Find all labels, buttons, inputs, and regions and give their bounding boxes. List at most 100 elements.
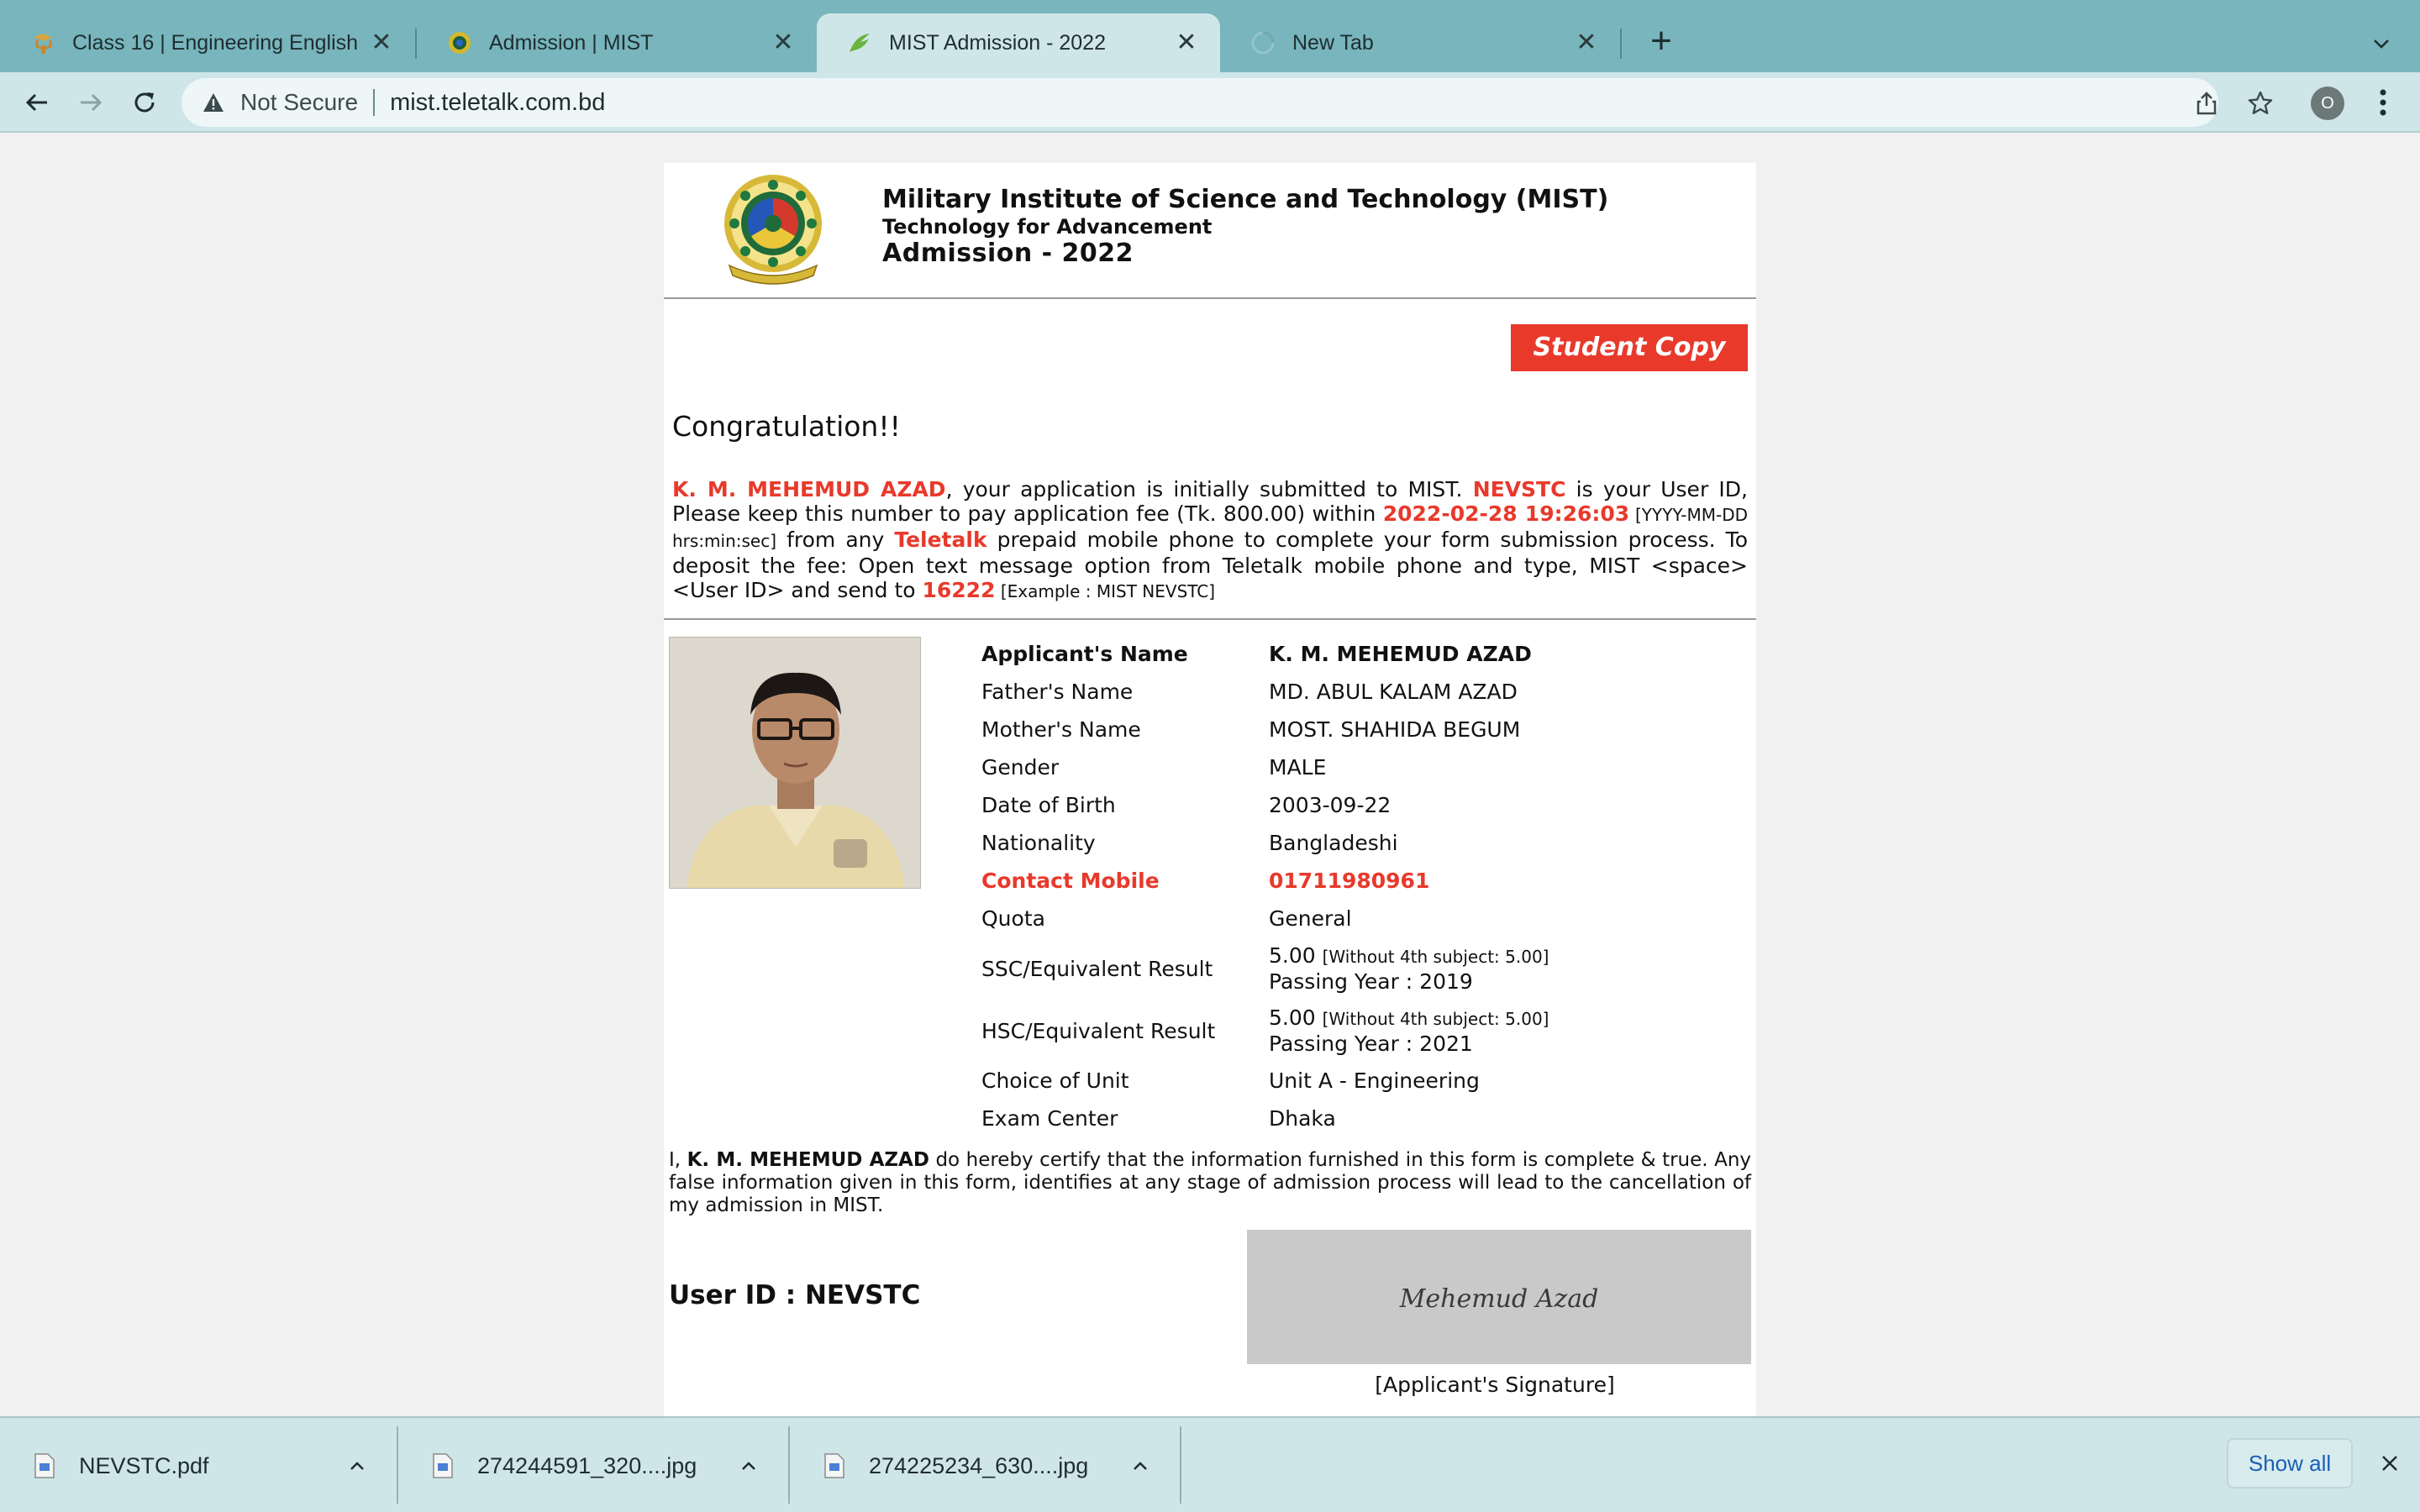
new-tab-button[interactable]: + bbox=[1640, 22, 1682, 64]
ssc-gpa: 5.00 bbox=[1269, 943, 1316, 968]
applicant-signature-image: Mehemud Azad bbox=[1247, 1230, 1751, 1364]
hsc-passing-year: Passing Year : 2021 bbox=[1269, 1032, 1473, 1056]
tab-title: MIST Admission - 2022 bbox=[889, 30, 1106, 55]
file-icon bbox=[824, 1453, 844, 1478]
tab-separator bbox=[1620, 29, 1622, 59]
download-filename: 274225234_630....jpg bbox=[869, 1452, 1089, 1478]
gender-label: Gender bbox=[981, 755, 1060, 780]
choice-of-unit-value: Unit A - Engineering bbox=[1269, 1068, 1480, 1093]
chevron-up-icon[interactable] bbox=[736, 1453, 761, 1478]
contact-mobile-value: 01711980961 bbox=[1269, 869, 1430, 893]
teletalk-favicon-icon bbox=[847, 30, 872, 55]
tab-mist-admission-2022[interactable]: MIST Admission - 2022 ✕ bbox=[817, 13, 1220, 72]
bookmark-star-icon[interactable] bbox=[2245, 88, 2275, 118]
sms-example: [Example : MIST NEVSTC] bbox=[995, 581, 1216, 601]
reload-icon[interactable] bbox=[124, 82, 165, 123]
page-viewport: Military Institute of Science and Techno… bbox=[0, 133, 2420, 1416]
certify-prefix: I, bbox=[669, 1149, 687, 1171]
tab-title: New Tab bbox=[1292, 30, 1374, 55]
sms-number-highlight: 16222 bbox=[922, 578, 996, 602]
certification-statement: I, K. M. MEHEMUD AZAD do hereby certify … bbox=[669, 1149, 1751, 1217]
chevron-up-icon[interactable] bbox=[345, 1453, 370, 1478]
form-header: Military Institute of Science and Techno… bbox=[664, 163, 1756, 299]
message-text: from any bbox=[776, 528, 895, 552]
congratulation-heading: Congratulation!! bbox=[672, 410, 901, 443]
exam-center-value: Dhaka bbox=[1269, 1106, 1336, 1131]
user-id-label: User ID : NEVSTC bbox=[669, 1280, 921, 1310]
table-row: Quota General bbox=[981, 900, 1739, 937]
share-icon[interactable] bbox=[2191, 88, 2222, 118]
address-bar[interactable]: Not Secure mist.teletalk.com.bd bbox=[182, 78, 2273, 127]
nationality-value: Bangladeshi bbox=[1269, 831, 1398, 855]
mist-favicon-icon bbox=[447, 30, 472, 55]
download-item[interactable]: 274225234_630....jpg bbox=[790, 1430, 1180, 1502]
table-row: Exam Center Dhaka bbox=[981, 1100, 1739, 1137]
tab-close-icon[interactable]: ✕ bbox=[1173, 29, 1200, 56]
contact-mobile-label: Contact Mobile bbox=[981, 869, 1160, 893]
close-icon[interactable] bbox=[2375, 1448, 2405, 1478]
loading-spinner-icon bbox=[1250, 30, 1276, 55]
file-icon bbox=[34, 1453, 55, 1478]
more-menu-icon[interactable] bbox=[2366, 84, 2400, 121]
tab-class16[interactable]: Class 16 | Engineering English ✕ bbox=[0, 13, 415, 72]
submission-message: K. M. MEHEMUD AZAD, your application is … bbox=[672, 477, 1748, 604]
hsc-result-cell: 5.00 [Without 4th subject: 5.00] Passing… bbox=[1269, 1000, 1739, 1062]
applicant-photo bbox=[669, 637, 921, 889]
download-filename: 274244591_320....jpg bbox=[477, 1452, 697, 1478]
table-row: Date of Birth 2003-09-22 bbox=[981, 786, 1739, 824]
profile-avatar[interactable]: O bbox=[2311, 87, 2344, 120]
tab-close-icon[interactable]: ✕ bbox=[1573, 29, 1600, 56]
show-all-downloads-button[interactable]: Show all bbox=[2227, 1438, 2353, 1488]
tab-close-icon[interactable]: ✕ bbox=[368, 29, 395, 56]
table-row: Applicant's Name K. M. MEHEMUD AZAD bbox=[981, 635, 1739, 673]
security-status-label[interactable]: Not Secure bbox=[240, 89, 358, 116]
fathers-name-value: MD. ABUL KALAM AZAD bbox=[1269, 680, 1518, 704]
date-of-birth-label: Date of Birth bbox=[981, 793, 1116, 817]
hsc-gpa: 5.00 bbox=[1269, 1005, 1316, 1030]
chevron-up-icon[interactable] bbox=[1128, 1453, 1153, 1478]
tab-admission-mist[interactable]: Admission | MIST ✕ bbox=[417, 13, 817, 72]
applicant-info-table: Applicant's Name K. M. MEHEMUD AZAD Fath… bbox=[981, 635, 1739, 1137]
applicant-name-label: Applicant's Name bbox=[981, 642, 1188, 666]
fathers-name-label: Father's Name bbox=[981, 680, 1134, 704]
institute-title: Military Institute of Science and Techno… bbox=[882, 185, 1609, 214]
ssc-result-label: SSC/Equivalent Result bbox=[981, 956, 1213, 981]
tab-close-icon[interactable]: ✕ bbox=[770, 29, 797, 56]
nationality-label: Nationality bbox=[981, 831, 1096, 855]
admission-year-title: Admission - 2022 bbox=[882, 239, 1134, 268]
address-divider bbox=[373, 89, 376, 116]
institute-tagline: Technology for Advancement bbox=[882, 215, 1213, 239]
tab-title: Admission | MIST bbox=[489, 30, 654, 55]
hsc-gpa-note: [Without 4th subject: 5.00] bbox=[1322, 1009, 1549, 1029]
signature-caption: [Applicant's Signature] bbox=[1375, 1373, 1615, 1397]
download-shelf: NEVSTC.pdf 274244591_320....jpg 27422523… bbox=[0, 1416, 2420, 1512]
choice-of-unit-label: Choice of Unit bbox=[981, 1068, 1129, 1093]
download-item[interactable]: 274244591_320....jpg bbox=[398, 1430, 788, 1502]
ssc-gpa-note: [Without 4th subject: 5.00] bbox=[1322, 947, 1549, 967]
gender-value: MALE bbox=[1269, 755, 1327, 780]
quota-value: General bbox=[1269, 906, 1352, 931]
user-id-highlight: NEVSTC bbox=[1472, 477, 1566, 501]
class-favicon-icon bbox=[30, 30, 55, 55]
mothers-name-value: MOST. SHAHIDA BEGUM bbox=[1269, 717, 1521, 742]
message-text: , your application is initially submitte… bbox=[945, 477, 1473, 501]
table-row: Father's Name MD. ABUL KALAM AZAD bbox=[981, 673, 1739, 711]
url-text[interactable]: mist.teletalk.com.bd bbox=[390, 89, 605, 117]
certify-name: K. M. MEHEMUD AZAD bbox=[687, 1149, 929, 1171]
download-separator bbox=[1180, 1426, 1181, 1504]
student-copy-badge: Student Copy bbox=[1511, 324, 1748, 371]
warning-triangle-icon[interactable] bbox=[198, 87, 229, 118]
admission-form: Military Institute of Science and Techno… bbox=[664, 163, 1756, 1416]
tab-strip: Class 16 | Engineering English ✕ Admissi… bbox=[0, 0, 2420, 72]
download-filename: NEVSTC.pdf bbox=[79, 1452, 209, 1478]
back-arrow-icon[interactable] bbox=[17, 82, 57, 123]
section-divider bbox=[664, 618, 1756, 620]
download-item[interactable]: NEVSTC.pdf bbox=[0, 1430, 395, 1502]
table-row: HSC/Equivalent Result 5.00 [Without 4th … bbox=[981, 1000, 1739, 1062]
tab-new-tab[interactable]: New Tab ✕ bbox=[1220, 13, 1620, 72]
tab-search-chevron-icon[interactable] bbox=[2363, 25, 2400, 62]
forward-arrow-icon[interactable] bbox=[71, 82, 111, 123]
table-row: Nationality Bangladeshi bbox=[981, 824, 1739, 862]
table-row: Choice of Unit Unit A - Engineering bbox=[981, 1062, 1739, 1100]
mist-logo-icon bbox=[714, 170, 832, 287]
